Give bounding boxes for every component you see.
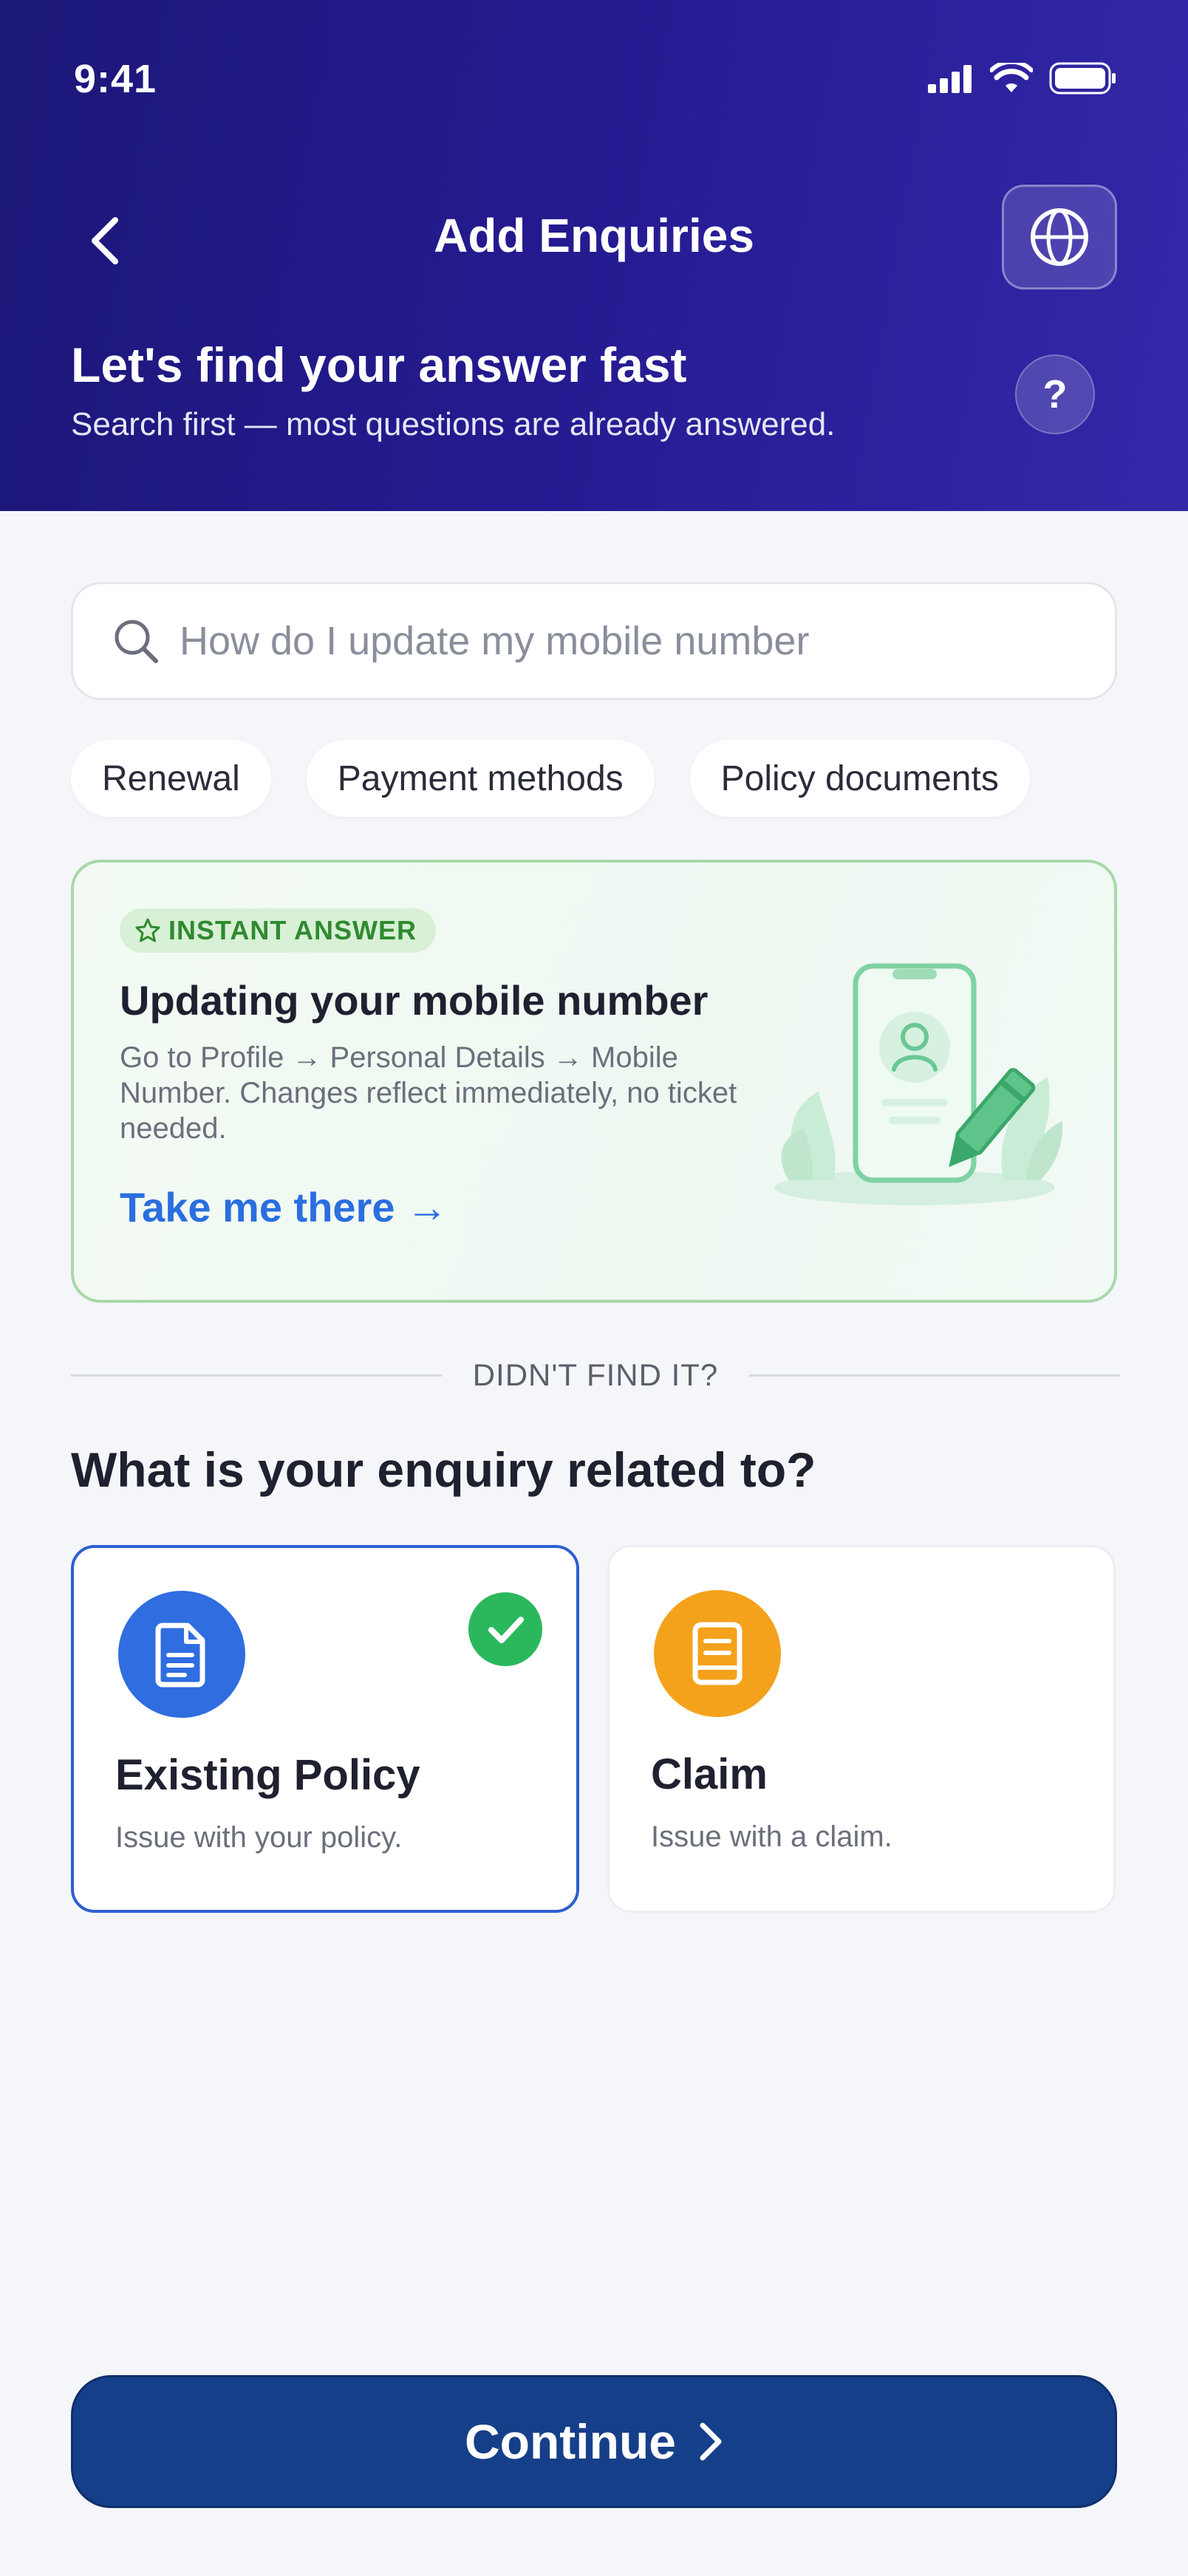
- divider-line-right: [749, 1374, 1120, 1377]
- option-title: Existing Policy: [115, 1751, 420, 1799]
- star-icon: [135, 918, 160, 942]
- phone-edit-illustration: [774, 963, 1063, 1205]
- status-bar: 9:41: [0, 0, 1188, 148]
- language-button[interactable]: [1002, 185, 1117, 290]
- continue-button[interactable]: Continue: [71, 2375, 1117, 2508]
- answer-title: Updating your mobile number: [120, 977, 709, 1024]
- selected-check-icon: [468, 1592, 542, 1666]
- status-icons: [928, 62, 1117, 95]
- option-existing-policy[interactable]: Existing Policy Issue with your policy.: [71, 1545, 579, 1913]
- enquiry-section-title: What is your enquiry related to?: [71, 1442, 816, 1497]
- hero-title: Let's find your answer fast: [71, 338, 687, 392]
- instant-answer-card: INSTANT ANSWER Updating your mobile numb…: [71, 860, 1117, 1303]
- help-button[interactable]: ?: [1015, 354, 1095, 434]
- option-title: Claim: [651, 1750, 768, 1798]
- take-me-there-link[interactable]: Take me there →: [120, 1183, 448, 1231]
- search-icon: [110, 615, 162, 667]
- chip-renewal[interactable]: Renewal: [71, 740, 271, 817]
- signal-icon: [928, 65, 972, 93]
- chip-payment-methods[interactable]: Payment methods: [306, 740, 655, 817]
- globe-icon: [1031, 208, 1088, 266]
- chevron-right-icon: [700, 2422, 722, 2461]
- status-time: 9:41: [74, 57, 157, 101]
- chip-policy-documents[interactable]: Policy documents: [689, 740, 1030, 817]
- header: 9:41 Add Enquiries Let's find your answe…: [0, 0, 1188, 511]
- document-icon: [118, 1591, 245, 1718]
- wifi-icon: [990, 63, 1033, 92]
- battery-icon: [1049, 62, 1116, 95]
- option-claim[interactable]: Claim Issue with a claim.: [607, 1545, 1116, 1913]
- book-icon: [654, 1590, 781, 1717]
- option-subtitle: Issue with a claim.: [651, 1820, 892, 1853]
- badge-label: INSTANT ANSWER: [168, 915, 417, 945]
- divider-text: DIDN'T FIND IT?: [472, 1357, 719, 1392]
- search-box: [71, 582, 1117, 700]
- suggestion-chips: Renewal Payment methods Policy documents: [71, 740, 1030, 817]
- divider-line-left: [71, 1374, 442, 1377]
- continue-label: Continue: [465, 2414, 676, 2469]
- answer-body: Go to Profile → Personal Details → Mobil…: [120, 1041, 737, 1145]
- nav-bar: Add Enquiries: [0, 177, 1188, 295]
- hero-subtitle: Search first — most questions are alread…: [71, 406, 836, 442]
- option-subtitle: Issue with your policy.: [115, 1821, 403, 1854]
- instant-answer-badge: INSTANT ANSWER: [120, 908, 436, 953]
- search-input[interactable]: [180, 618, 1066, 664]
- didnt-find-divider: DIDN'T FIND IT?: [71, 1353, 1120, 1397]
